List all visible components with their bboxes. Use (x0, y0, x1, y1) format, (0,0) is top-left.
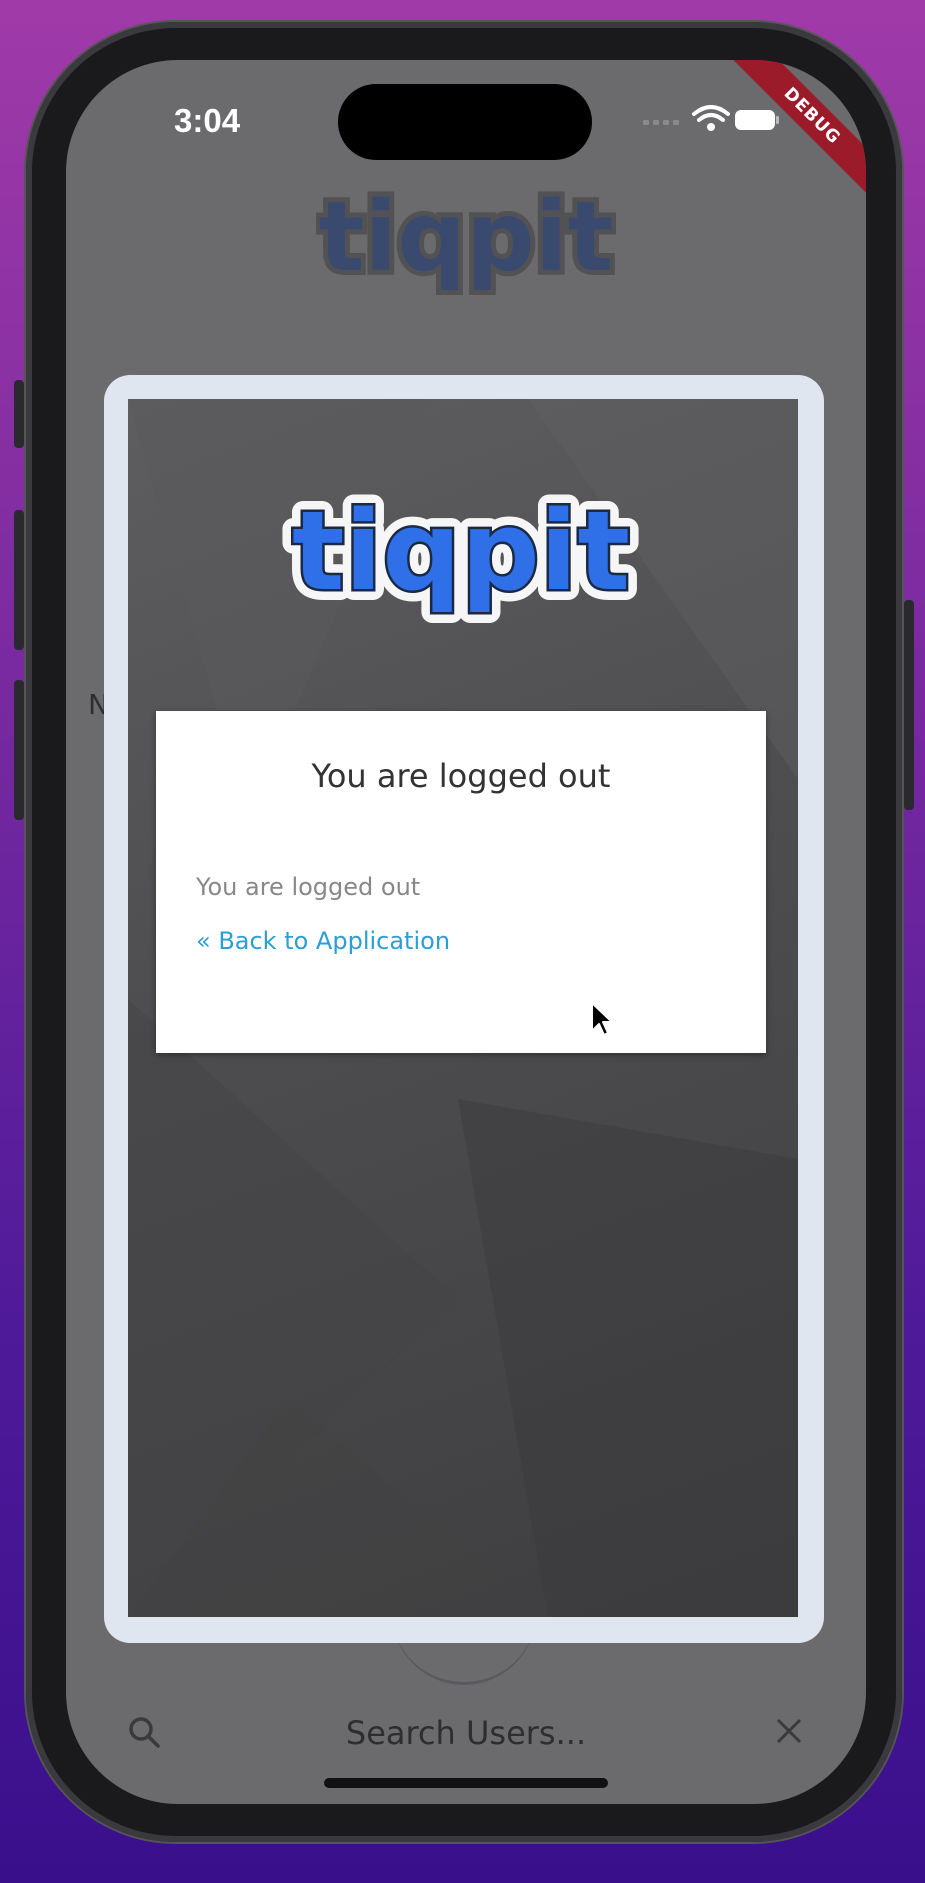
home-indicator[interactable] (324, 1778, 608, 1788)
tiqpit-logo: tiqpit tiqpit tiqpit (281, 476, 641, 626)
battery-icon (735, 110, 779, 130)
status-time: 3:04 (174, 102, 241, 139)
search-bar[interactable]: Search Users... (66, 1700, 866, 1770)
back-to-application-link[interactable]: « Back to Application (196, 927, 450, 955)
dynamic-island (338, 84, 592, 160)
close-icon[interactable] (774, 1716, 804, 1746)
wifi-icon (692, 105, 730, 131)
cellular-signal-icon (643, 120, 679, 125)
side-button-mute (14, 380, 24, 448)
side-button-power (904, 600, 914, 810)
side-button-volume-up (14, 510, 24, 650)
logout-card: You are logged out You are logged out « … (156, 711, 766, 1053)
auth-modal-sheet: tiqpit tiqpit tiqpit You are logged out … (104, 375, 824, 1643)
svg-text:tiqpit: tiqpit (318, 181, 613, 293)
mouse-cursor-icon (591, 1002, 613, 1036)
status-icons (643, 105, 779, 131)
tiqpit-logo-fill: tiqpit (292, 487, 630, 615)
logout-message: You are logged out (196, 873, 421, 901)
side-button-volume-down (14, 680, 24, 820)
phone-screen: tiqpit N Search Users... 3:04 tiqpit tiq… (66, 60, 866, 1804)
background-app-logo: tiqpit (316, 176, 616, 298)
auth-webview: tiqpit tiqpit tiqpit You are logged out … (128, 399, 798, 1617)
search-input[interactable]: Search Users... (66, 1714, 866, 1752)
logout-card-title: You are logged out (311, 757, 611, 795)
